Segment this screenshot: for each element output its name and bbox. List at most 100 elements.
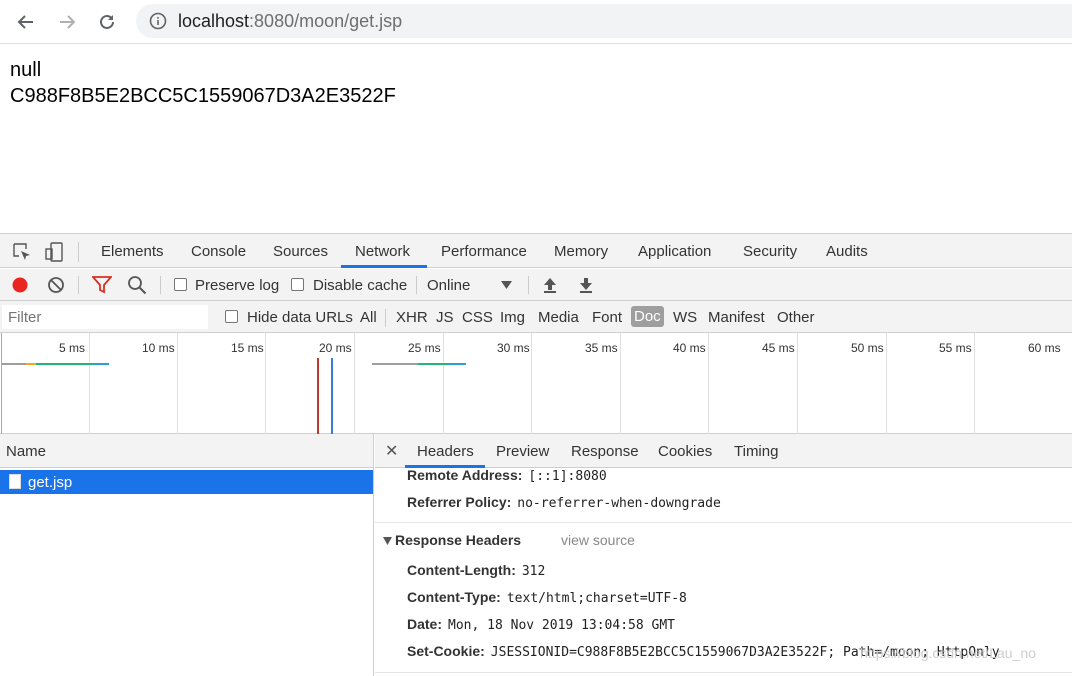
search-icon[interactable] (127, 275, 147, 295)
info-icon[interactable] (149, 12, 167, 30)
divider (78, 276, 79, 294)
filter-type-font[interactable]: Font (592, 309, 622, 326)
header-key: Content-Length: (407, 562, 516, 578)
filter-type-doc[interactable]: Doc (631, 306, 664, 327)
forward-button[interactable] (53, 8, 81, 36)
devtools-tabbar: Elements Console Sources Network Perform… (0, 234, 1072, 268)
grid-line (89, 333, 90, 434)
header-key: Referrer Policy: (407, 494, 512, 510)
load-event-marker (317, 358, 319, 434)
close-icon[interactable]: ✕ (385, 441, 398, 461)
table-row[interactable]: get.jsp (0, 470, 373, 494)
back-button[interactable] (12, 8, 40, 36)
timing-bar-stalled (372, 363, 418, 365)
grid-line (886, 333, 887, 434)
arrow-right-icon (60, 15, 76, 29)
network-toolbar: Preserve log Disable cache Online (0, 269, 1072, 301)
timeline-tick: 50 ms (851, 341, 884, 355)
filter-icon[interactable] (92, 276, 112, 294)
hide-data-urls-checkbox[interactable] (225, 310, 238, 323)
divider (78, 242, 79, 262)
timeline-tick: 30 ms (497, 341, 530, 355)
tab-security[interactable]: Security (743, 243, 797, 260)
filter-type-manifest[interactable]: Manifest (708, 309, 765, 326)
grid-line (531, 333, 532, 434)
header-key: Remote Address: (407, 467, 523, 483)
timeline-tick: 45 ms (762, 341, 795, 355)
inspect-element-icon[interactable] (12, 242, 32, 262)
filter-type-other[interactable]: Other (777, 309, 815, 326)
arrow-left-icon (17, 15, 33, 29)
preserve-log-checkbox[interactable] (174, 278, 187, 291)
tab-headers[interactable]: Headers (417, 443, 474, 460)
reload-button[interactable] (93, 8, 121, 36)
domcontentloaded-marker (331, 358, 333, 434)
grid-line (708, 333, 709, 434)
tab-elements[interactable]: Elements (101, 243, 164, 260)
name-column-header[interactable]: Name (0, 434, 373, 468)
tab-console[interactable]: Console (191, 243, 246, 260)
grid-line (443, 333, 444, 434)
response-header-row: Content-Length: 312 (407, 562, 545, 579)
filter-type-xhr[interactable]: XHR (396, 309, 428, 326)
divider (528, 276, 529, 294)
network-overview[interactable]: 5 ms 10 ms 15 ms 20 ms 25 ms 30 ms 35 ms… (0, 333, 1072, 434)
tab-timing[interactable]: Timing (734, 443, 778, 460)
response-header-row: Date: Mon, 18 Nov 2019 13:04:58 GMT (407, 616, 675, 633)
timeline-tick: 55 ms (939, 341, 972, 355)
active-tab-indicator (341, 265, 427, 268)
timeline-tick: 40 ms (673, 341, 706, 355)
filter-type-img[interactable]: Img (500, 309, 525, 326)
devtools-panel: Elements Console Sources Network Perform… (0, 233, 1072, 676)
timing-bar-connect (26, 363, 36, 365)
header-value: text/html;charset=UTF-8 (506, 591, 687, 606)
grid-line (177, 333, 178, 434)
response-header-row: Content-Type: text/html;charset=UTF-8 (407, 589, 687, 606)
timeline-tick: 35 ms (585, 341, 618, 355)
clear-icon[interactable] (47, 276, 65, 294)
tab-response[interactable]: Response (571, 443, 639, 460)
browser-toolbar: localhost:8080/moon/get.jsp (0, 0, 1072, 44)
disable-cache-checkbox[interactable] (291, 278, 304, 291)
caret-down-icon[interactable] (501, 281, 512, 289)
timing-bar-waiting (36, 363, 94, 365)
export-har-icon[interactable] (578, 276, 594, 294)
filter-type-css[interactable]: CSS (462, 309, 493, 326)
record-icon[interactable] (11, 276, 29, 294)
header-value: Mon, 18 Nov 2019 13:04:58 GMT (448, 618, 675, 633)
timeline-tick: 25 ms (408, 341, 441, 355)
tab-performance[interactable]: Performance (441, 243, 527, 260)
document-icon (9, 474, 21, 489)
divider (160, 276, 161, 294)
timeline-tick: 20 ms (319, 341, 352, 355)
tab-preview[interactable]: Preview (496, 443, 549, 460)
filter-type-ws[interactable]: WS (673, 309, 697, 326)
network-details-area: Name get.jsp ✕ Headers Preview Response … (0, 434, 1072, 676)
response-headers-section-toggle[interactable]: Response Headers (383, 532, 521, 548)
disable-cache-label: Disable cache (313, 277, 408, 294)
tab-audits[interactable]: Audits (826, 243, 868, 260)
tab-cookies[interactable]: Cookies (658, 443, 712, 460)
preserve-log-label: Preserve log (195, 277, 280, 294)
filter-type-media[interactable]: Media (538, 309, 579, 326)
address-bar[interactable]: localhost:8080/moon/get.jsp (136, 4, 1072, 38)
header-value: 312 (521, 564, 546, 579)
view-source-link[interactable]: view source (561, 532, 635, 548)
filter-type-js[interactable]: JS (436, 309, 454, 326)
tab-sources[interactable]: Sources (273, 243, 328, 260)
grid-line (354, 333, 355, 434)
tab-network[interactable]: Network (355, 243, 410, 260)
throttling-select[interactable]: Online (427, 277, 470, 294)
divider (416, 276, 417, 294)
header-value: no-referrer-when-downgrade (517, 496, 721, 511)
url-text: localhost:8080/moon/get.jsp (178, 11, 403, 31)
tab-memory[interactable]: Memory (554, 243, 608, 260)
filter-input[interactable] (2, 305, 208, 329)
filter-type-all[interactable]: All (360, 309, 377, 326)
device-toolbar-icon[interactable] (44, 241, 64, 263)
tab-application[interactable]: Application (638, 243, 711, 260)
import-har-icon[interactable] (542, 276, 558, 294)
grid-line (1, 333, 2, 434)
timeline-tick: 15 ms (231, 341, 264, 355)
header-key: Content-Type: (407, 589, 501, 605)
